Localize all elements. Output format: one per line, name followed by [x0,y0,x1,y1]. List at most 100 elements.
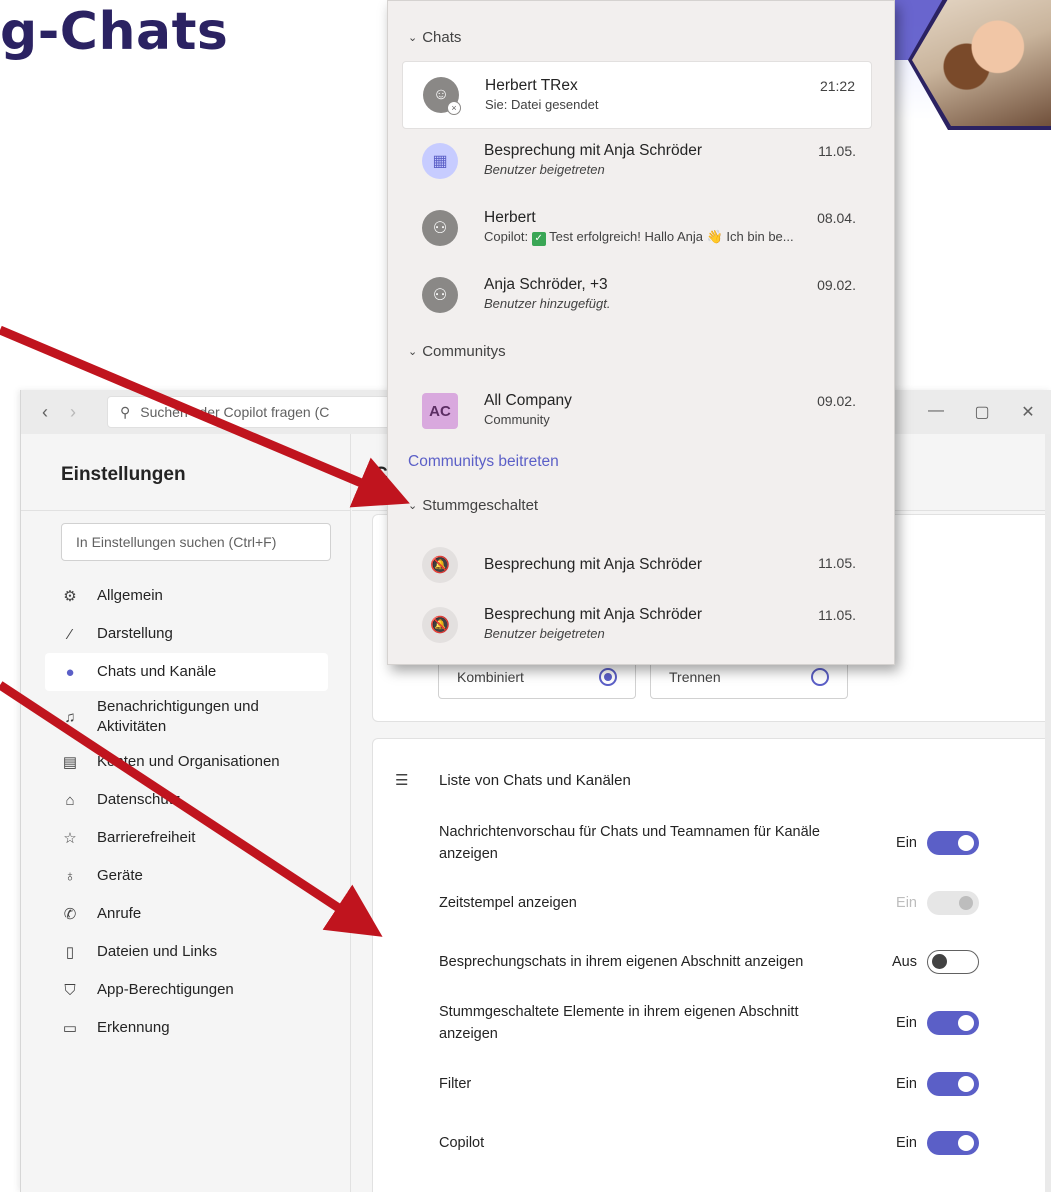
lock-icon: ⌂ [65,791,75,809]
menu-item-datenschutz[interactable]: ⌂ Datenschutz [45,781,328,819]
setting-label: Nachrichtenvorschau für Chats und Teamna… [439,824,820,862]
setting-state: Ein [896,1015,917,1031]
accessibility-icon: ☆ [63,830,77,847]
global-search-input[interactable]: ⚲ Suchen oder Copilot fragen (C [107,396,407,428]
chat-preview: Sie: Datei gesendet [485,97,599,112]
setting-label: Stummgeschaltete Elemente in ihrem eigen… [439,1004,799,1042]
setting-label: Filter [439,1076,472,1092]
menu-item-app-berechtigungen[interactable]: ⛉ App-Berechtigungen [45,971,328,1009]
slide-title: g-Chats [0,2,229,62]
menu-item-geraete[interactable]: ♁ Geräte [45,857,328,895]
join-communities-link[interactable]: Communitys beitreten [408,453,559,471]
maximize-button[interactable]: ▢ [959,402,1005,422]
person-icon: ☺ × [423,77,461,115]
menu-item-label: Anrufe [97,905,142,922]
list-icon: ☰ [395,772,409,789]
chat-item-herbert[interactable]: ⚇ Herbert Copilot: ✓ Test erfolgreich! H… [402,194,872,262]
chat-date: 09.02. [817,393,856,409]
layout-option-label: Kombiniert [457,669,524,685]
setting-label: Copilot [439,1135,485,1151]
scrollbar[interactable] [1045,434,1051,1192]
menu-item-label: Chats und Kanäle [97,663,217,680]
section-label: Communitys [422,343,506,360]
setting-row-filter: Filter Ein [439,1072,979,1096]
muted-chat-item[interactable]: 🔕 Besprechung mit Anja Schröder Benutzer… [402,591,872,659]
close-button[interactable]: ✕ [1005,402,1051,422]
settings-title: Einstellungen [61,464,186,485]
window-controls: — ▢ ✕ [913,402,1051,422]
global-search-placeholder: Suchen oder Copilot fragen (C [140,404,330,420]
chat-date: 11.05. [818,607,856,623]
back-button[interactable]: ‹ [31,402,59,423]
setting-state: Ein [896,1135,917,1151]
menu-item-darstellung[interactable]: ⁄ Darstellung [45,615,328,653]
menu-item-label: Konten und Organisationen [97,753,280,770]
toggle-switch[interactable] [927,1072,979,1096]
chat-item-anja-schroeder[interactable]: ⚇ Anja Schröder, +3 Benutzer hinzugefügt… [402,261,872,329]
chat-date: 11.05. [818,143,856,159]
menu-item-dateien[interactable]: ▯ Dateien und Links [45,933,328,971]
chat-item-besprechung[interactable]: ▦ Besprechung mit Anja Schröder Benutzer… [402,127,872,195]
headset-icon: ♁ [64,867,76,885]
phone-icon: ✆ [63,906,77,923]
checkmark-icon: ✓ [531,232,546,246]
chat-text: Besprechung mit Anja Schröder Benutzer b… [484,141,784,179]
toggle-switch[interactable] [927,831,979,855]
chat-preview: Benutzer beigetreten [484,162,605,177]
bell-off-icon: 🔕 [422,607,458,643]
chat-text: Anja Schröder, +3 Benutzer hinzugefügt. [484,275,784,313]
setting-row-stummgeschaltete: Stummgeschaltete Elemente in ihrem eigen… [439,1001,979,1045]
chat-name: Herbert [484,209,536,226]
menu-item-erkennung[interactable]: ▭ Erkennung [45,1009,328,1047]
toggle-switch[interactable] [927,1131,979,1155]
menu-item-label: Datenschutz [97,791,181,808]
toggle-switch [927,891,979,915]
radio-selected[interactable] [599,668,617,686]
muted-chat-item[interactable]: 🔕 Besprechung mit Anja Schröder 11.05. [402,531,872,599]
radio-unselected[interactable] [811,668,829,686]
divider [21,510,350,511]
chat-text: Herbert TRex Sie: Datei gesendet [485,76,785,114]
section-muted[interactable]: ⌄ Stummgeschaltet [408,497,538,514]
chat-preview: Benutzer hinzugefügt. [484,296,611,311]
chat-name: Herbert TRex [485,77,578,94]
user-icon: ☺ [432,86,450,103]
chat-date: 08.04. [817,210,856,226]
menu-item-benachrichtigungen[interactable]: ♫ Benachrichtigungen und Aktivitäten [45,691,328,743]
community-avatar: AC [422,393,458,429]
shield-icon: ⛉ [64,981,76,999]
chat-item-herbert-trex[interactable]: ☺ × Herbert TRex Sie: Datei gesendet 21:… [402,61,872,129]
menu-item-konten[interactable]: ▤ Konten und Organisationen [45,743,328,781]
group-icon: ⚇ [422,210,458,246]
menu-item-label: Benachrichtigungen und Aktivitäten [97,698,259,735]
forward-button[interactable]: › [59,402,87,423]
chat-name: All Company [484,392,572,409]
setting-row-zeitstempel: Zeitstempel anzeigen Ein [439,891,979,915]
setting-label: Zeitstempel anzeigen [439,895,577,911]
menu-item-label: Geräte [97,867,143,884]
toggle-switch[interactable] [927,950,979,974]
minimize-button[interactable]: — [913,402,959,422]
section-header: ☰ Liste von Chats und Kanälen [395,771,631,790]
wand-icon: ⁄ [68,625,72,643]
community-item-all-company[interactable]: AC All Company Community 09.02. [402,377,872,445]
chat-name: Anja Schröder, +3 [484,276,608,293]
status-offline-icon: × [447,101,461,115]
setting-state: Aus [892,954,917,970]
setting-row-besprechungschats: Besprechungschats in ihrem eigenen Absch… [439,950,979,974]
section-chats[interactable]: ⌄ Chats [408,29,461,46]
settings-search-input[interactable]: In Einstellungen suchen (Ctrl+F) [61,523,331,561]
menu-item-anrufe[interactable]: ✆ Anrufe [45,895,328,933]
chevron-down-icon: ⌄ [408,500,418,512]
chat-preview: Community [484,412,550,427]
chat-date: 09.02. [817,277,856,293]
menu-item-barrierefreiheit[interactable]: ☆ Barrierefreiheit [45,819,328,857]
chat-name: Besprechung mit Anja Schröder [484,142,702,159]
section-label: Stummgeschaltet [422,497,539,514]
chat-preview-prefix: Copilot: [484,229,529,244]
menu-item-chats-und-kanaele[interactable]: ● Chats und Kanäle [45,653,328,691]
section-communities[interactable]: ⌄ Communitys [408,343,506,360]
menu-item-allgemein[interactable]: ⚙ Allgemein [45,577,328,615]
chat-preview: Benutzer beigetreten [484,626,605,641]
toggle-switch[interactable] [927,1011,979,1035]
